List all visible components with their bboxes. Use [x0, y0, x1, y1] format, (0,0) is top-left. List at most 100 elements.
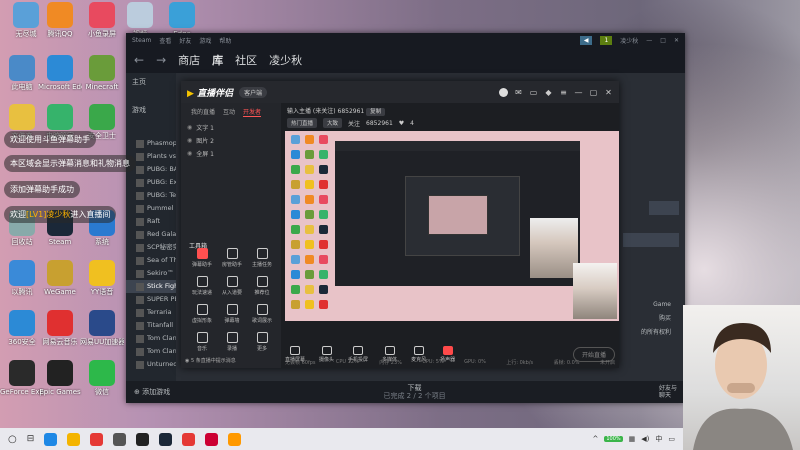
desktop-icon[interactable]: Microsoft Edge [38, 55, 82, 92]
tool-button[interactable]: 音乐 [187, 332, 217, 352]
tab-developer[interactable]: 开发者 [243, 107, 262, 117]
taskbar-app-icon[interactable] [113, 432, 127, 446]
steam-menu-help[interactable]: 帮助 [219, 36, 231, 45]
taskbar-app-icon[interactable] [182, 432, 196, 446]
chevron-up-icon[interactable]: ^ [592, 435, 598, 443]
tool-button[interactable]: 虚拟形象 [187, 304, 217, 324]
tool-button[interactable]: 房管助手 [217, 248, 247, 268]
add-game-button[interactable]: ⊕ 添加游戏 [134, 387, 170, 397]
zb-client-pill[interactable]: 客户端 [239, 86, 268, 98]
live-preview[interactable] [285, 131, 619, 321]
network-icon[interactable]: ▦ [629, 435, 636, 443]
search-icon[interactable]: ○ [8, 434, 17, 445]
live-notice[interactable]: ◉ 5 条直播中提示消息 [185, 357, 236, 364]
taskview-icon[interactable]: ⊟ [27, 434, 35, 444]
battery-indicator[interactable]: 100% [604, 436, 623, 442]
steam-menu-view[interactable]: 查看 [159, 36, 171, 45]
message-icon[interactable]: ✉ [514, 88, 523, 97]
back-arrow-icon[interactable]: ← [134, 53, 144, 67]
shirt-icon[interactable]: ▭ [529, 88, 538, 97]
detail-button[interactable] [623, 233, 679, 247]
steam-menu-label[interactable]: Steam [132, 37, 151, 44]
nav-store[interactable]: 商店 [178, 52, 200, 68]
steam-menu-friends[interactable]: 好友 [179, 36, 191, 45]
tool-button[interactable]: 弹幕助手 [187, 248, 217, 268]
tool-button[interactable]: 更多 [247, 332, 277, 352]
game-list-item[interactable]: SCP秘密实 [126, 241, 176, 254]
game-list-item[interactable]: Tom Clan [126, 345, 176, 358]
streaming-companion-window[interactable]: ▶ 直播伴侣 客户端 ✉ ▭ ◆ ≡ — ▢ ✕ 我的直播 互动 开发者 ◉ 文字… [181, 81, 619, 368]
volume-icon[interactable]: ◀) [641, 435, 649, 443]
tab-my-live[interactable]: 我的直播 [191, 107, 215, 117]
tool-button[interactable]: 歌词展示 [247, 304, 277, 324]
desktop-icon[interactable]: 网易云音乐 [38, 310, 82, 347]
avatar[interactable] [499, 87, 508, 97]
tool-button[interactable]: 主播任务 [247, 248, 277, 268]
tool-button[interactable]: 弹幕墙 [217, 304, 247, 324]
restore-icon[interactable]: ▢ [589, 88, 598, 97]
desktop-icon[interactable]: YY语音 [80, 260, 124, 297]
taskbar-app-icon[interactable] [44, 432, 58, 446]
game-list-item[interactable]: Sekiro™ [126, 267, 176, 280]
desktop-icon[interactable]: Epic Games [38, 360, 82, 397]
taskbar-app-icon[interactable] [136, 432, 150, 446]
taskbar-app-icon[interactable] [67, 432, 81, 446]
steam-titlebar[interactable]: Steam 查看 好友 游戏 帮助 ◀ 1 凌少秋 — □ ✕ [126, 33, 685, 47]
room-title[interactable]: 输入主播 (来关注) [287, 108, 336, 115]
scene-item[interactable]: ◉ 图片 2 [181, 134, 281, 147]
steam-username[interactable]: 凌少秋 [620, 36, 638, 45]
tab-interact[interactable]: 互动 [223, 107, 235, 117]
desktop-icon[interactable]: 腾讯QQ [38, 2, 82, 39]
desktop-icon[interactable]: Minecraft [80, 55, 124, 92]
game-list-item[interactable]: Terraria [126, 306, 176, 319]
steam-menu-games[interactable]: 游戏 [199, 36, 211, 45]
maximize-icon[interactable]: □ [660, 37, 666, 44]
desktop-icon[interactable]: 此电脑 [0, 55, 44, 92]
nav-community[interactable]: 社区 [235, 52, 257, 68]
nav-library[interactable]: 库 [212, 52, 223, 68]
taskbar-app-icon[interactable] [90, 432, 104, 446]
copy-button[interactable]: 复制 [366, 108, 386, 116]
game-list-item[interactable]: PUBG: Te [126, 189, 176, 202]
sidebar-home[interactable]: 主页 [126, 73, 176, 91]
game-list-item[interactable]: Pummel P [126, 202, 176, 215]
desktop-icon[interactable]: 微信 [80, 360, 124, 397]
tool-button[interactable]: 从入道要 [217, 276, 247, 296]
game-list-item[interactable]: Tom Clan [126, 332, 176, 345]
game-list-item[interactable]: Phasmop [126, 137, 176, 150]
game-list-item[interactable]: PUBG: Ex [126, 176, 176, 189]
menu-icon[interactable]: ≡ [559, 88, 568, 97]
taskbar-app-icon[interactable] [228, 432, 242, 446]
game-list-item[interactable]: Red Gala [126, 228, 176, 241]
close-icon[interactable]: ✕ [604, 88, 613, 97]
desktop-icon[interactable]: WeGame [38, 260, 82, 297]
tool-button[interactable]: 推荐位 [247, 276, 277, 296]
game-list-item[interactable]: Unturned [126, 358, 176, 371]
game-list-item[interactable]: Titanfall [126, 319, 176, 332]
friends-chat-button[interactable]: 好友与 聊天 [659, 385, 677, 399]
scene-item[interactable]: ◉ 文字 1 [181, 121, 281, 134]
gift-icon[interactable]: ◆ [544, 88, 553, 97]
desktop-icon[interactable]: 网易UU加速器 [80, 310, 124, 347]
sidebar-games-header[interactable]: 游戏 [126, 101, 176, 119]
tool-button[interactable]: 录播 [217, 332, 247, 352]
taskbar-app-icon[interactable] [159, 432, 173, 446]
category-chip[interactable]: 热门直播 [287, 118, 318, 128]
game-list-item[interactable]: Raft [126, 215, 176, 228]
announce-button[interactable]: ◀ [579, 35, 593, 45]
ime-icon[interactable]: 中 [655, 434, 662, 444]
minimize-icon[interactable]: — [574, 88, 583, 97]
settings-button[interactable] [649, 201, 679, 215]
minimize-icon[interactable]: — [646, 37, 652, 44]
taskbar-app-icon[interactable] [205, 432, 219, 446]
download-status[interactable]: 下载 已完成 2 / 2 个项目 [170, 384, 659, 400]
scene-item[interactable]: ◉ 全屏 1 [181, 147, 281, 160]
tag-chip[interactable]: 大致 [323, 118, 343, 128]
tool-button[interactable]: 玩法速递 [187, 276, 217, 296]
close-icon[interactable]: ✕ [674, 37, 679, 44]
notification-badge[interactable]: 1 [600, 35, 613, 45]
nav-user[interactable]: 凌少秋 [269, 52, 302, 68]
notification-icon[interactable]: ▭ [668, 435, 675, 443]
game-list-item[interactable]: Stick Figh [126, 280, 176, 293]
forward-arrow-icon[interactable]: → [156, 53, 166, 67]
